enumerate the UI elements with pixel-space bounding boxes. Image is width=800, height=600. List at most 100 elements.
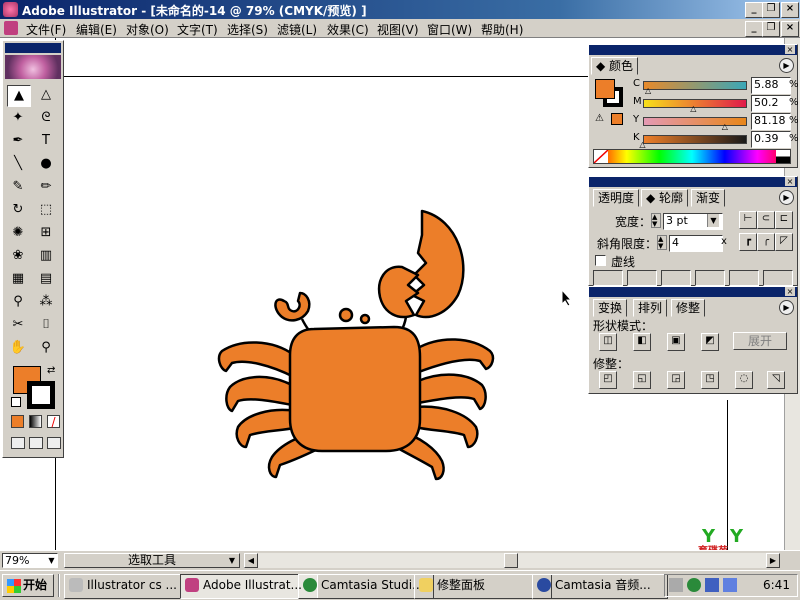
none-swatch[interactable] [593,149,609,164]
camtasia-tray-icon[interactable] [687,578,701,592]
hand-tool-icon[interactable]: ✋ [7,338,29,358]
miter-input[interactable]: 4 [669,235,723,252]
panel-close-button[interactable]: × [785,177,795,186]
channel-slider[interactable] [643,81,747,90]
menu-filter[interactable]: 滤镜(L) [277,21,317,38]
selection-tool-icon[interactable]: ▲ [7,85,31,107]
channel-slider[interactable] [643,135,747,144]
tab-stroke[interactable]: ◆ 轮廓 [641,189,689,207]
panel-menu-icon[interactable]: ▶ [779,300,794,315]
scale-tool-icon[interactable]: ⬚ [35,200,57,220]
doc-restore-button[interactable]: ❐ [762,21,780,37]
tab-align[interactable]: 排列 [633,299,668,317]
lasso-tool-icon[interactable]: ᘓ [35,108,57,128]
rotate-tool-icon[interactable]: ↻ [7,200,29,220]
panel-menu-icon[interactable]: ▶ [779,190,794,205]
warp-tool-icon[interactable]: ✺ [7,223,29,243]
channel-slider-thumb[interactable]: △ [722,122,728,131]
tab-pathfinder[interactable]: 修整 [671,299,706,317]
panel-fill-swatch[interactable] [595,79,615,99]
ime-icon[interactable] [669,578,683,592]
none-mode-icon[interactable]: / [47,415,60,428]
menu-help[interactable]: 帮助(H) [481,21,523,38]
channel-slider-thumb[interactable]: △ [645,86,651,95]
miter-stepper[interactable]: ▲ ▼ [657,235,667,250]
volume-icon[interactable] [723,578,737,592]
panel-close-button[interactable]: × [785,287,795,296]
channel-value-input[interactable]: 5.88 [751,77,791,94]
default-colors-icon[interactable] [11,397,21,407]
blend-tool-icon[interactable]: ⁂ [35,292,57,312]
color-mode-icon[interactable] [11,415,24,428]
doc-minimize-button[interactable]: _ [745,21,763,37]
channel-slider-thumb[interactable]: △ [639,140,645,149]
round-cap-icon[interactable]: ⊂ [757,211,775,229]
exclude-shape-icon[interactable]: ◩ [701,333,719,351]
trim-icon[interactable]: ◱ [633,371,651,389]
pencil-tool-icon[interactable]: ✏ [35,177,57,197]
gamut-swatch[interactable] [611,113,623,125]
menu-view[interactable]: 视图(V) [377,21,419,38]
butt-cap-icon[interactable]: ⊢ [739,211,757,229]
gap-field[interactable] [695,270,725,286]
scissors-tool-icon[interactable]: ✂ [7,315,29,335]
intersect-shape-icon[interactable]: ▣ [667,333,685,351]
subtract-shape-icon[interactable]: ◧ [633,333,651,351]
crop-icon[interactable]: ◳ [701,371,719,389]
free-transform-tool-icon[interactable]: ⊞ [35,223,57,243]
dashed-checkbox[interactable] [595,255,606,266]
zoom-tool-icon[interactable]: ⚲ [35,338,57,358]
bevel-join-icon[interactable]: ◸ [775,233,793,251]
status-tool-field[interactable]: 选取工具 [64,553,240,568]
projecting-cap-icon[interactable]: ⊏ [775,211,793,229]
menu-window[interactable]: 窗口(W) [427,21,472,38]
tab-gradient[interactable]: 渐变 [691,189,726,207]
merge-icon[interactable]: ◲ [667,371,685,389]
channel-slider-thumb[interactable]: △ [690,104,696,113]
stroke-color-swatch[interactable] [27,381,55,409]
status-dropdown-icon[interactable]: ▼ [226,554,238,567]
close-button[interactable]: × [781,2,799,18]
full-screen-menu-icon[interactable] [29,437,43,449]
panel-close-button[interactable]: × [785,45,795,54]
gradient-mode-icon[interactable] [29,415,42,428]
stroke-panel-header[interactable]: × [589,177,797,187]
expand-button[interactable]: 展开 [733,332,787,350]
start-button[interactable]: 开始 [2,574,54,597]
line-tool-icon[interactable]: ╲ [7,154,29,174]
menu-object[interactable]: 对象(O) [126,21,169,38]
toolbox-header[interactable] [5,43,61,53]
tab-transparency[interactable]: 透明度 [593,189,640,207]
scroll-left-icon[interactable]: ◀ [244,553,258,568]
symbol-sprayer-tool-icon[interactable]: ❀ [7,246,29,266]
eyedropper-tool-icon[interactable]: ⚲ [7,292,29,312]
pen-tool-icon[interactable]: ✒ [7,131,29,151]
gradient-tool-icon[interactable]: ▤ [35,269,57,289]
dash-field[interactable] [729,270,759,286]
channel-slider[interactable] [643,117,747,126]
crab-artwork[interactable] [210,205,520,485]
dash-field[interactable] [661,270,691,286]
doc-close-button[interactable]: × [781,21,799,37]
restore-button[interactable]: ❐ [762,2,780,18]
color-panel-header[interactable]: × [589,45,797,55]
minus-back-icon[interactable]: ◹ [767,371,785,389]
magic-wand-tool-icon[interactable]: ✦ [7,108,29,128]
miter-join-icon[interactable]: ┏ [739,233,757,251]
screen-mode-icon[interactable] [11,437,25,449]
color-spectrum[interactable] [593,149,791,164]
network-icon[interactable] [705,578,719,592]
tab-color[interactable]: ◆ 颜色 [591,57,639,75]
black-white-swatch[interactable] [776,150,790,163]
gap-field[interactable] [627,270,657,286]
zoom-dropdown-icon[interactable]: ▼ [46,554,57,567]
channel-value-input[interactable]: 81.18 [751,113,791,130]
weight-stepper[interactable]: ▲ ▼ [651,213,661,228]
scroll-thumb[interactable] [504,553,518,568]
menu-file[interactable]: 文件(F) [26,21,66,38]
divide-icon[interactable]: ◰ [599,371,617,389]
slice-tool-icon[interactable]: ⌷ [35,315,57,335]
dash-field[interactable] [593,270,623,286]
menu-type[interactable]: 文字(T) [177,21,218,38]
task-button[interactable]: Camtasia 音频... [532,574,668,599]
